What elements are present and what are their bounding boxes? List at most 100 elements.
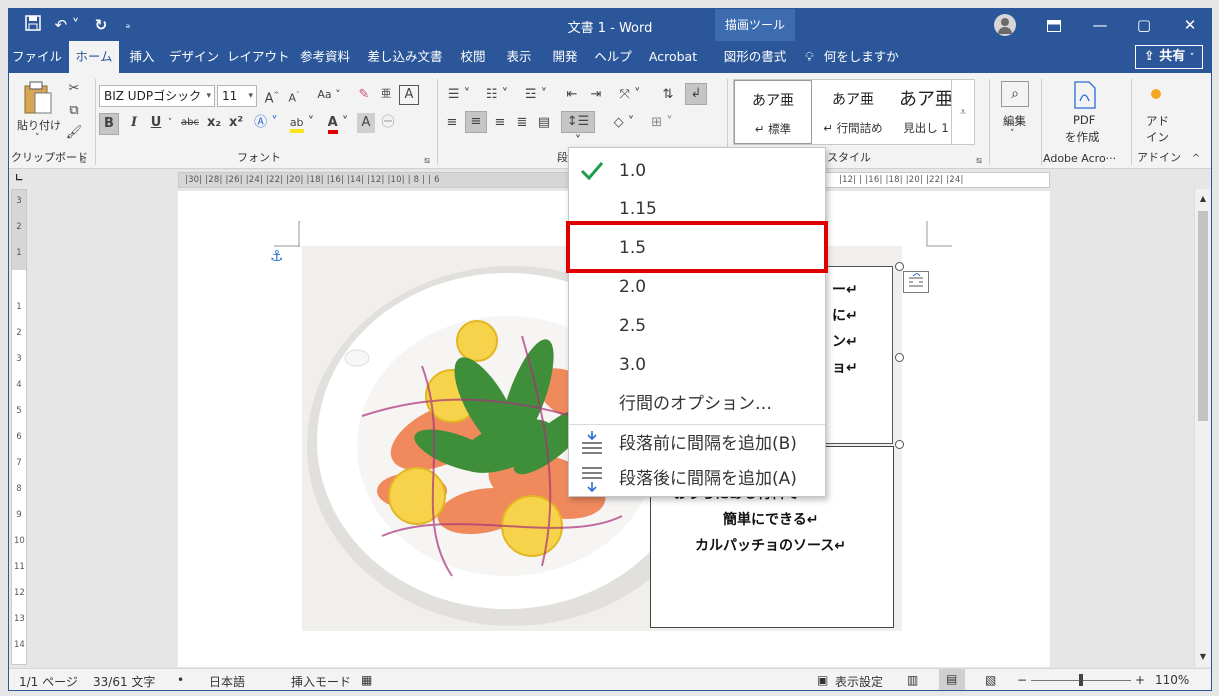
add-space-after-paragraph[interactable]: 段落後に間隔を追加(A) bbox=[569, 460, 825, 498]
vertical-ruler[interactable]: 3 2 1 1 2 3 4 5 6 7 8 9 10 11 12 13 14 bbox=[11, 189, 27, 665]
bold-button[interactable]: B bbox=[99, 113, 119, 135]
justify-icon[interactable]: ≣ bbox=[513, 113, 531, 133]
macro-record-icon[interactable]: ▦ bbox=[361, 673, 372, 687]
increase-indent-icon[interactable]: ⇥ bbox=[587, 85, 605, 105]
redo-icon[interactable]: ↻ bbox=[91, 15, 111, 35]
zoom-out-icon[interactable]: − bbox=[1017, 673, 1027, 687]
text-effects-icon[interactable]: Ⓐ ˅ bbox=[251, 113, 281, 133]
close-button[interactable]: ✕ bbox=[1167, 9, 1211, 41]
language[interactable]: 日本語 bbox=[209, 673, 245, 690]
editing-button[interactable]: ⌕ 編集 ˅ bbox=[995, 79, 1035, 153]
tab-help[interactable]: ヘルプ bbox=[591, 41, 635, 73]
line-spacing-option-2-0[interactable]: 2.0 bbox=[569, 268, 825, 306]
line-spacing-option-2-5[interactable]: 2.5 bbox=[569, 307, 825, 345]
save-icon[interactable] bbox=[23, 15, 43, 35]
tab-view[interactable]: 表示 bbox=[499, 41, 539, 73]
display-settings-icon[interactable]: ▣ bbox=[817, 673, 828, 687]
style-heading-1[interactable]: あア亜 見出し 1 bbox=[892, 80, 960, 144]
word-count[interactable]: 33/61 文字 bbox=[93, 673, 155, 690]
zoom-slider-thumb[interactable] bbox=[1079, 674, 1083, 686]
zoom-in-icon[interactable]: + bbox=[1135, 673, 1145, 687]
tab-insert[interactable]: 挿入 bbox=[123, 41, 161, 73]
tab-home[interactable]: ホーム bbox=[69, 41, 119, 73]
resize-handle[interactable] bbox=[895, 262, 904, 271]
font-size-combo[interactable]: 11 ▾ bbox=[217, 85, 257, 107]
clear-formatting-icon[interactable]: ✎ bbox=[355, 85, 373, 105]
paste-button[interactable]: 貼り付け ˅ bbox=[15, 79, 65, 153]
tab-file[interactable]: ファイル bbox=[11, 41, 63, 73]
scroll-down-icon[interactable]: ▼ bbox=[1197, 651, 1209, 663]
borders-icon[interactable]: ⊞ ˅ bbox=[645, 113, 679, 133]
style-no-spacing[interactable]: あア亜 ↵ 行間詰め bbox=[816, 80, 890, 144]
copy-icon[interactable]: ⧉ bbox=[65, 101, 83, 121]
numbering-icon[interactable]: ☷ ˅ bbox=[481, 85, 513, 105]
add-space-before-paragraph[interactable]: 段落前に間隔を追加(B) bbox=[569, 425, 825, 463]
decrease-indent-icon[interactable]: ⇤ bbox=[563, 85, 581, 105]
align-left-icon[interactable]: ≡ bbox=[443, 113, 461, 133]
underline-button[interactable]: U bbox=[147, 113, 165, 133]
multilevel-list-icon[interactable]: ☲ ˅ bbox=[519, 85, 553, 105]
insert-mode[interactable]: 挿入モード bbox=[291, 673, 351, 690]
undo-icon[interactable]: ↶ ˅ bbox=[53, 15, 81, 35]
tab-layout[interactable]: レイアウト bbox=[227, 41, 290, 73]
web-layout-icon[interactable]: ▧ bbox=[985, 673, 996, 687]
addins-button[interactable]: アド イン bbox=[1137, 79, 1177, 153]
tab-developer[interactable]: 開発 bbox=[545, 41, 585, 73]
ribbon-display-options-icon[interactable] bbox=[1031, 9, 1077, 41]
dialog-launcher-icon[interactable]: ⧅ bbox=[421, 151, 433, 171]
show-marks-icon[interactable]: ↲ bbox=[685, 83, 707, 105]
line-spacing-option-3-0[interactable]: 3.0 bbox=[569, 346, 825, 384]
align-right-icon[interactable]: ≡ bbox=[491, 113, 509, 133]
dialog-launcher-icon[interactable]: ⧅ bbox=[973, 151, 985, 171]
share-button[interactable]: ⇪ 共有 ˅ bbox=[1135, 45, 1203, 69]
customize-qat-icon[interactable]: ₔ bbox=[121, 15, 135, 35]
maximize-button[interactable]: ▢ bbox=[1121, 9, 1167, 41]
tab-shape-format[interactable]: 図形の書式 bbox=[715, 41, 795, 73]
phonetic-guide-icon[interactable]: 亜 bbox=[377, 85, 395, 105]
styles-more-icon[interactable]: ⩡ bbox=[951, 79, 975, 145]
scroll-up-icon[interactable]: ▲ bbox=[1197, 193, 1209, 205]
create-pdf-button[interactable]: PDF を作成 bbox=[1059, 79, 1111, 153]
strikethrough-button[interactable]: abc bbox=[179, 113, 201, 133]
tab-mailings[interactable]: 差し込み文書 bbox=[363, 41, 447, 73]
line-spacing-button[interactable]: ↕☰ ˅ bbox=[561, 111, 595, 149]
anchor-icon[interactable]: ⚓︎ bbox=[270, 247, 283, 265]
sort-icon[interactable]: ⇅ bbox=[659, 85, 677, 105]
shading-icon[interactable]: ◇ ˅ bbox=[607, 113, 641, 133]
subscript-button[interactable]: x₂ bbox=[205, 113, 223, 133]
print-layout-icon[interactable]: ▤ bbox=[939, 669, 965, 690]
dialog-launcher-icon[interactable]: ⧅ bbox=[77, 151, 89, 171]
minimize-button[interactable]: — bbox=[1077, 9, 1123, 41]
asian-layout-icon[interactable]: ⤧ ˅ bbox=[613, 85, 647, 105]
zoom-level[interactable]: 110% bbox=[1155, 673, 1189, 687]
read-mode-icon[interactable]: ▥ bbox=[907, 673, 918, 687]
line-spacing-option-1-0[interactable]: 1.0 bbox=[569, 152, 825, 190]
tell-me-search[interactable]: 💡︎ 何をしますか bbox=[805, 41, 899, 73]
page-count[interactable]: 1/1 ページ bbox=[19, 673, 78, 690]
avatar[interactable] bbox=[994, 14, 1016, 36]
line-spacing-options[interactable]: 行間のオプション… bbox=[569, 385, 825, 423]
shrink-font-icon[interactable]: Aˇ bbox=[285, 85, 303, 109]
tab-review[interactable]: 校閲 bbox=[453, 41, 493, 73]
format-painter-icon[interactable]: 🖌︎ bbox=[65, 123, 83, 143]
cut-icon[interactable]: ✂ bbox=[65, 79, 83, 99]
font-name-combo[interactable]: BIZ UDPゴシック ▾ bbox=[99, 85, 215, 107]
tab-acrobat[interactable]: Acrobat bbox=[641, 41, 705, 73]
distributed-icon[interactable]: ▤ bbox=[535, 113, 553, 133]
bullets-icon[interactable]: ☰ ˅ bbox=[443, 85, 475, 105]
tab-selector[interactable]: ∟ bbox=[9, 170, 31, 188]
tab-design[interactable]: デザイン bbox=[167, 41, 221, 73]
highlight-color-icon[interactable]: ab ˅ bbox=[285, 113, 319, 133]
style-normal[interactable]: あア亜 ↵ 標準 bbox=[734, 80, 812, 144]
layout-options-icon[interactable] bbox=[903, 271, 929, 293]
enclose-character-icon[interactable]: A bbox=[399, 85, 419, 105]
superscript-button[interactable]: x² bbox=[227, 113, 245, 133]
resize-handle[interactable] bbox=[895, 440, 904, 449]
italic-button[interactable]: I bbox=[125, 113, 143, 133]
tab-references[interactable]: 参考資料 bbox=[293, 41, 357, 73]
scroll-thumb[interactable] bbox=[1198, 211, 1208, 421]
collapse-ribbon-icon[interactable]: ^ bbox=[1189, 149, 1203, 169]
font-color-icon[interactable]: A ˅ bbox=[323, 113, 353, 134]
grow-font-icon[interactable]: A^ bbox=[263, 85, 281, 109]
resize-handle[interactable] bbox=[895, 353, 904, 362]
